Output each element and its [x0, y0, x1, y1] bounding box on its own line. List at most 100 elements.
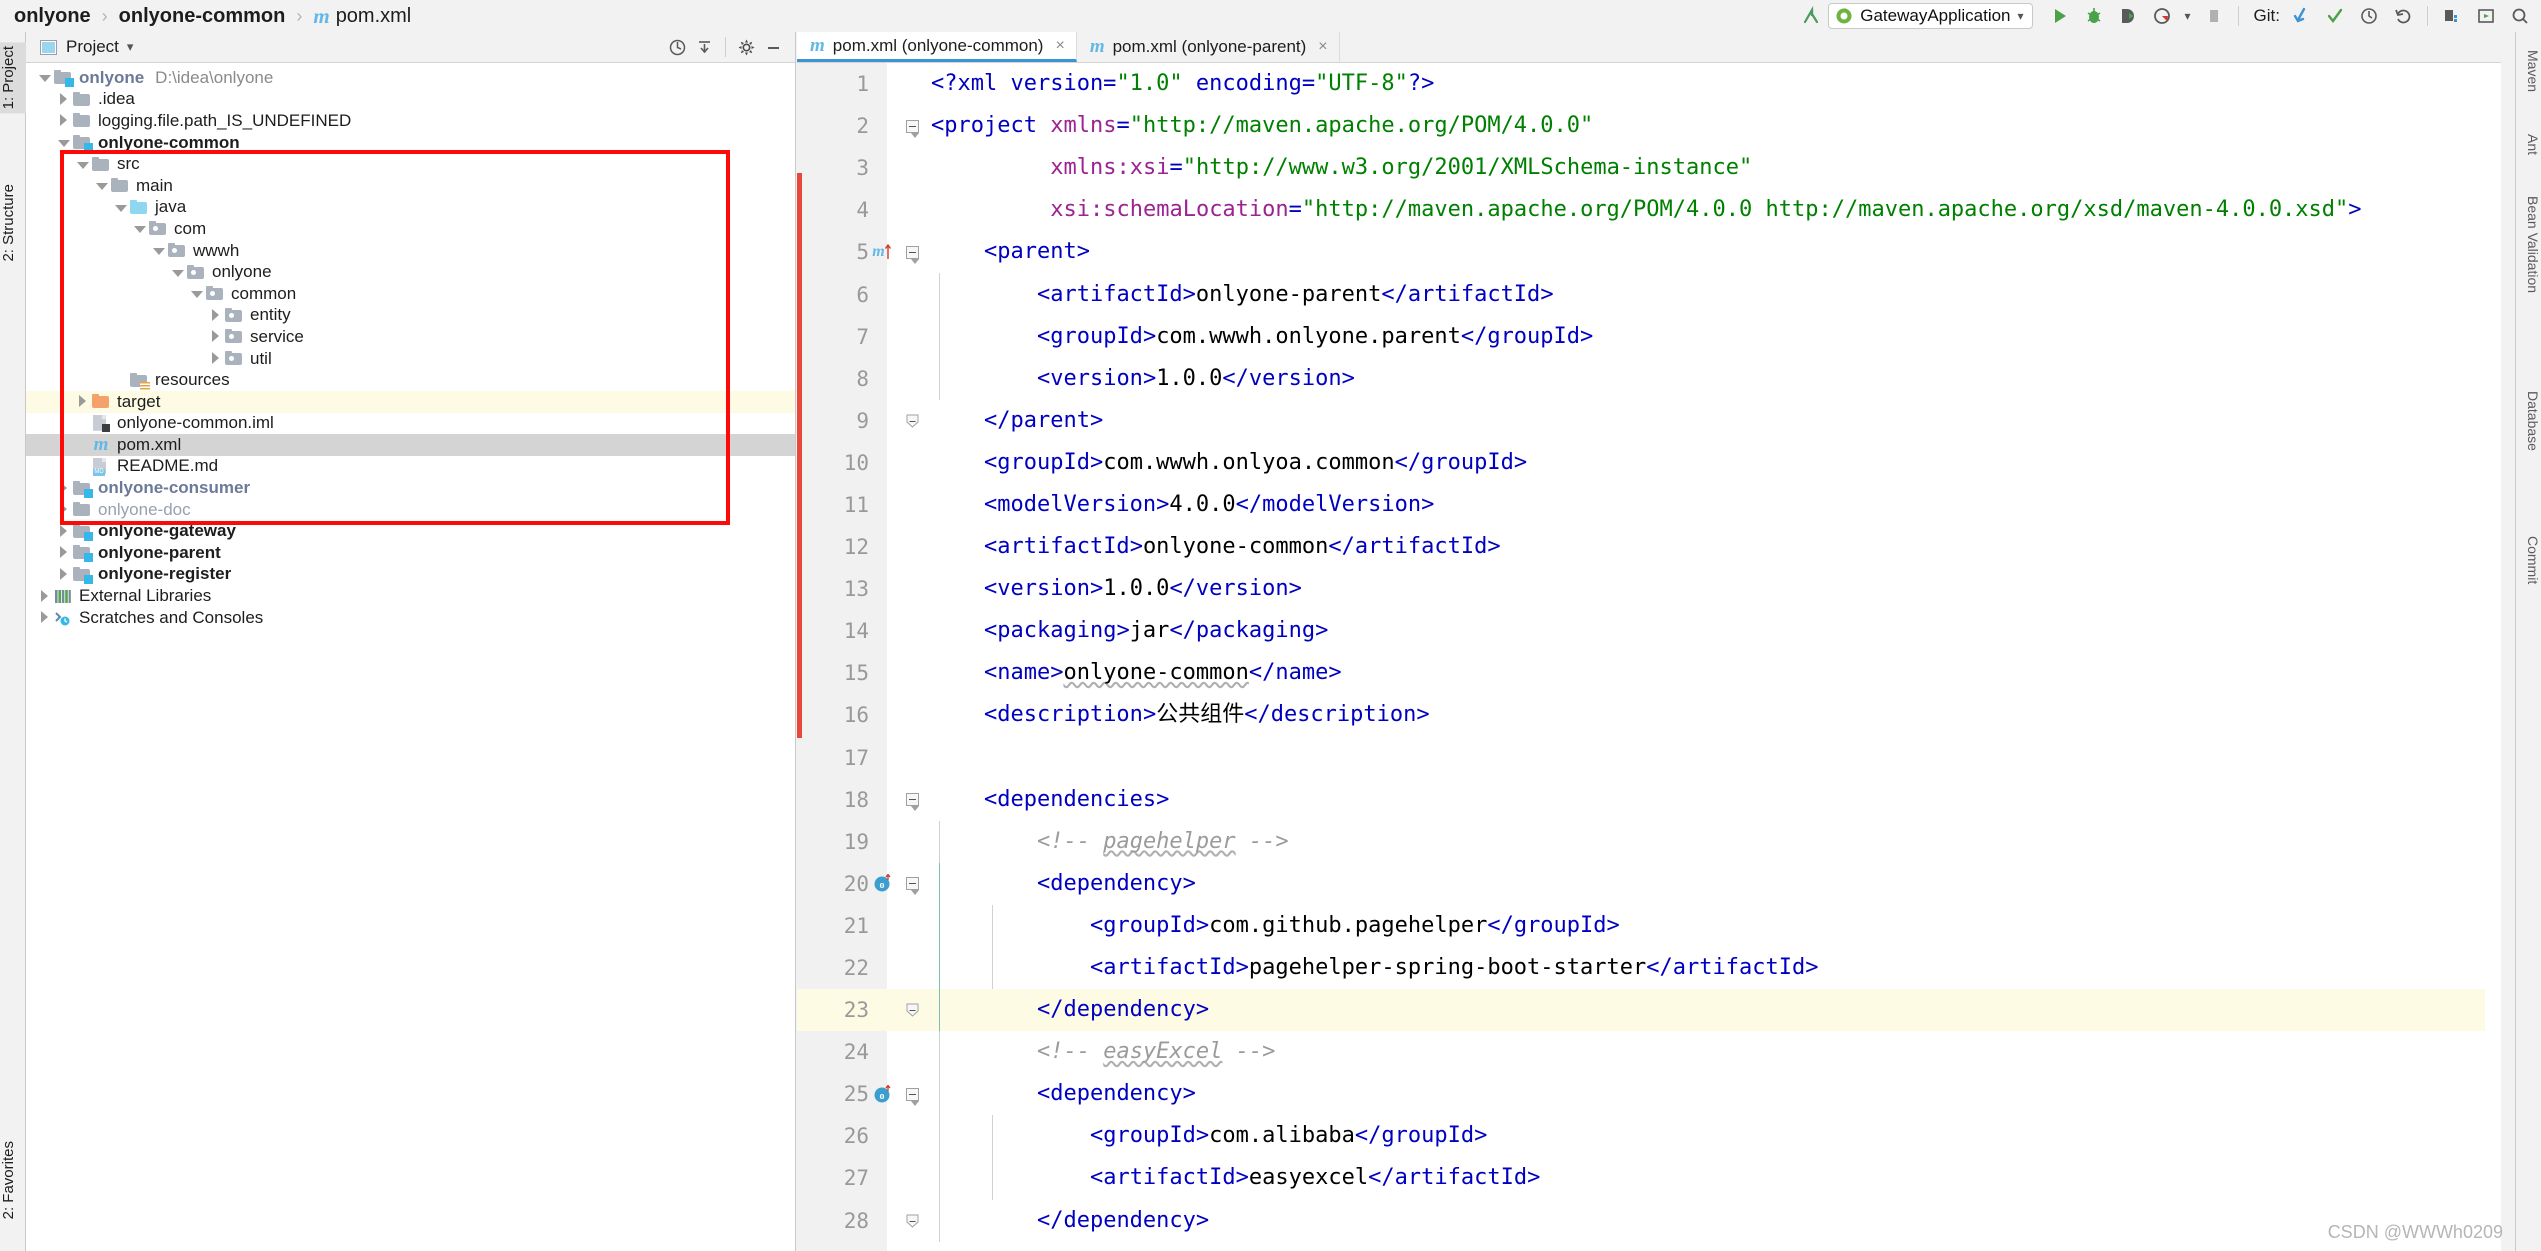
tab-pom-onlyone-common[interactable]: m pom.xml (onlyone-common) × — [797, 32, 1077, 62]
collapse-all-icon[interactable] — [691, 34, 718, 60]
profiler-icon[interactable] — [2145, 1, 2179, 31]
tree-row-onlyone-common-iml[interactable]: onlyone-common.iml — [26, 413, 795, 435]
code-line[interactable]: 23 </dependency> — [797, 989, 2501, 1032]
commit-icon[interactable] — [2318, 1, 2352, 31]
structure-icon[interactable] — [2435, 1, 2469, 31]
run-configuration-selector[interactable]: GatewayApplication ▾ — [1828, 3, 2033, 29]
code-line[interactable]: 21 <groupId>com.github.pagehelper</group… — [797, 904, 2501, 947]
tree-row-onlyone-consumer[interactable]: onlyone-consumer — [26, 477, 795, 499]
code-editor[interactable]: 1 <?xml version="1.0" encoding="UTF-8"?> 2… — [797, 63, 2501, 1251]
profiler-chevron-down-icon[interactable]: ▾ — [2179, 1, 2197, 31]
sidebar-item-structure[interactable]: 2: Structure — [0, 180, 26, 266]
sidebar-item-commit[interactable]: Commit — [2515, 532, 2541, 588]
tree-row-wwwh[interactable]: wwwh — [26, 240, 795, 262]
code-line[interactable]: 3 xmlns:xsi="http://www.w3.org/2001/XMLS… — [797, 147, 2501, 189]
fold-end-icon[interactable] — [901, 989, 923, 1031]
tree-row-com[interactable]: com — [26, 218, 795, 240]
tree-row-external-libraries[interactable]: External Libraries — [26, 585, 795, 607]
tree-row-common[interactable]: common — [26, 283, 795, 305]
chevron-down-icon[interactable] — [114, 201, 127, 214]
chevron-right-icon[interactable] — [209, 308, 222, 322]
history-icon[interactable] — [2352, 1, 2386, 31]
chevron-down-icon[interactable] — [57, 136, 70, 149]
tree-row-onlyone-common[interactable]: onlyone-common — [26, 132, 795, 154]
chevron-down-icon[interactable] — [38, 71, 51, 84]
breadcrumb-item-project[interactable]: onlyone — [14, 5, 91, 28]
tree-row--idea[interactable]: .idea — [26, 89, 795, 111]
code-line[interactable]: 10 <groupId>com.wwwh.onlyoa.common</grou… — [797, 442, 2501, 484]
sidebar-item-bean-validation[interactable]: Bean Validation — [2515, 192, 2541, 297]
chevron-down-icon[interactable] — [171, 266, 184, 279]
chevron-down-icon[interactable] — [95, 179, 108, 192]
code-line[interactable]: 22 <artifactId>pagehelper-spring-boot-st… — [797, 946, 2501, 990]
code-line[interactable]: 15 <name>onlyone-common</name> — [797, 652, 2501, 694]
chevron-right-icon[interactable] — [57, 524, 70, 538]
sidebar-item-favorites[interactable]: 2: Favorites — [0, 1137, 26, 1223]
chevron-right-icon[interactable] — [57, 92, 70, 106]
tree-row-src[interactable]: src — [26, 153, 795, 175]
fold-end-icon[interactable] — [901, 400, 923, 442]
sidebar-item-maven[interactable]: Maven — [2515, 46, 2541, 96]
chevron-down-icon[interactable] — [76, 158, 89, 171]
chevron-right-icon[interactable] — [38, 611, 51, 624]
code-line[interactable]: 8 <version>1.0.0</version> — [797, 357, 2501, 400]
hide-icon[interactable] — [760, 34, 787, 60]
chevron-right-icon[interactable] — [209, 352, 222, 365]
rollback-icon[interactable] — [2386, 1, 2420, 31]
tree-row-onlyone-parent[interactable]: onlyone-parent — [26, 542, 795, 564]
chevron-down-icon[interactable] — [152, 244, 165, 257]
tree-row-target[interactable]: target — [26, 390, 795, 413]
update-project-icon[interactable] — [2284, 1, 2318, 31]
code-line[interactable]: 14 <packaging>jar</packaging> — [797, 610, 2501, 652]
code-line[interactable]: 27 <artifactId>easyexcel</artifactId> — [797, 1157, 2501, 1200]
chevron-right-icon[interactable] — [57, 114, 70, 127]
back-arrow-icon[interactable] — [1794, 1, 1828, 31]
code-line[interactable]: 7 <groupId>com.wwwh.onlyone.parent</grou… — [797, 315, 2501, 358]
tree-row-pom-xml[interactable]: m pom.xml — [26, 434, 795, 456]
tree-row-readme-md[interactable]: MD README.md — [26, 456, 795, 478]
fold-collapse-icon[interactable] — [901, 231, 923, 273]
code-line[interactable]: 6 <artifactId>onlyone-parent</artifactId… — [797, 273, 2501, 316]
maven-parent-gutter-icon[interactable]: m — [871, 231, 893, 273]
code-line[interactable]: 2 <project xmlns="http://maven.apache.org… — [797, 105, 2501, 147]
chevron-right-icon[interactable] — [209, 330, 222, 343]
code-line[interactable]: 28 </dependency> — [797, 1199, 2501, 1242]
sidebar-item-database[interactable]: Database — [2515, 387, 2541, 455]
dependency-gutter-icon[interactable]: o — [871, 1073, 893, 1115]
code-line[interactable]: 1 <?xml version="1.0" encoding="UTF-8"?> — [797, 63, 2501, 105]
settings-gear-icon[interactable] — [733, 34, 760, 60]
code-line[interactable]: 24 <!-- easyExcel --> — [797, 1031, 2501, 1074]
close-icon[interactable]: × — [1318, 38, 1327, 56]
code-line[interactable]: 18 <dependencies> — [797, 779, 2501, 821]
chevron-right-icon[interactable] — [76, 395, 89, 408]
tree-row-logging-file-path-is-undefined[interactable]: logging.file.path_IS_UNDEFINED — [26, 110, 795, 132]
tab-pom-onlyone-parent[interactable]: m pom.xml (onlyone-parent) × — [1076, 32, 1340, 62]
code-line[interactable]: 12 <artifactId>onlyone-common</artifactI… — [797, 526, 2501, 568]
tree-row-service[interactable]: service — [26, 326, 795, 348]
close-icon[interactable]: × — [1055, 37, 1064, 55]
sidebar-item-project[interactable]: 1: Project — [0, 42, 26, 114]
breadcrumb-item-module[interactable]: onlyone-common — [119, 5, 286, 28]
code-line[interactable]: 9 </parent> — [797, 400, 2501, 442]
fold-collapse-icon[interactable] — [901, 863, 923, 905]
code-line[interactable]: 19 <!-- pagehelper --> — [797, 820, 2501, 863]
chevron-right-icon[interactable] — [57, 546, 70, 559]
chevron-down-icon[interactable]: ▾ — [127, 39, 134, 55]
tree-row-entity[interactable]: entity — [26, 305, 795, 327]
code-line[interactable]: 25 o <dependency> — [797, 1073, 2501, 1116]
run-with-coverage-icon[interactable] — [2111, 1, 2145, 31]
code-line[interactable]: 4 xsi:schemaLocation="http://maven.apach… — [797, 189, 2501, 231]
code-line[interactable]: 5m <parent> — [797, 231, 2501, 273]
tree-row-onlyone-doc[interactable]: onlyone-doc — [26, 499, 795, 521]
project-tree[interactable]: onlyone D:\idea\onlyone .idea logging.file.… — [26, 63, 795, 1251]
fold-collapse-icon[interactable] — [901, 1073, 923, 1115]
chevron-down-icon[interactable] — [133, 222, 146, 235]
chevron-down-icon[interactable] — [190, 287, 203, 300]
locate-icon[interactable] — [664, 34, 691, 60]
tree-row-onlyone-gateway[interactable]: onlyone-gateway — [26, 520, 795, 542]
tree-row-onlyone-register[interactable]: onlyone-register — [26, 564, 795, 586]
code-line[interactable]: 16 <description>公共组件</description> — [797, 694, 2501, 736]
chevron-right-icon[interactable] — [38, 589, 51, 603]
code-line[interactable]: 26 <groupId>com.alibaba</groupId> — [797, 1115, 2501, 1158]
chevron-right-icon[interactable] — [57, 567, 70, 581]
